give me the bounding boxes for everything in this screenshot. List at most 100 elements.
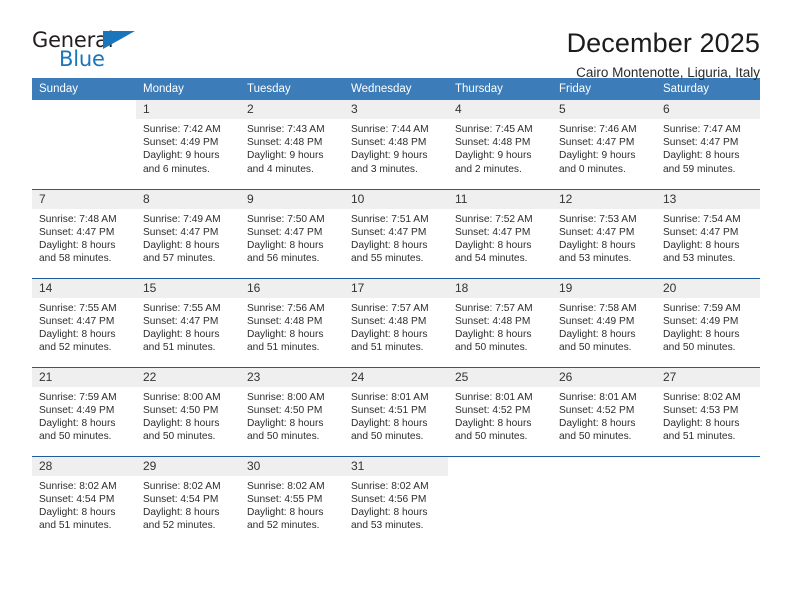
cell-inner: 6 Sunrise: 7:47 AM Sunset: 4:47 PM Daylight…: [656, 100, 760, 189]
daylight-text: and 51 minutes.: [39, 520, 112, 532]
daylight-text: Daylight: 8 hours: [663, 328, 740, 340]
day-number: 9: [240, 189, 344, 209]
calendar-cell-day-29[interactable]: 29 Sunrise: 8:02 AM Sunset: 4:54 PM Dayligh…: [136, 455, 240, 545]
calendar-cell-day-8[interactable]: 8 Sunrise: 7:49 AM Sunset: 4:47 PM Daylight…: [136, 188, 240, 278]
calendar-cell-day-25[interactable]: 25 Sunrise: 8:01 AM Sunset: 4:52 PM Dayligh…: [448, 366, 552, 456]
calendar-cell-empty: [552, 455, 656, 545]
sunrise-text: Sunrise: 8:00 AM: [143, 391, 221, 403]
sunrise-text: Sunrise: 8:02 AM: [351, 480, 429, 492]
calendar-cell-day-16[interactable]: 16 Sunrise: 7:56 AM Sunset: 4:48 PM Dayligh…: [240, 277, 344, 367]
calendar-week-row: 28 Sunrise: 8:02 AM Sunset: 4:54 PM Dayligh…: [32, 455, 760, 545]
calendar-cell-day-31[interactable]: 31 Sunrise: 8:02 AM Sunset: 4:56 PM Dayligh…: [344, 455, 448, 545]
sunset-text: Sunset: 4:48 PM: [455, 137, 531, 149]
calendar-cell-day-28[interactable]: 28 Sunrise: 8:02 AM Sunset: 4:54 PM Dayligh…: [32, 455, 136, 545]
calendar-cell-day-13[interactable]: 13 Sunrise: 7:54 AM Sunset: 4:47 PM Dayligh…: [656, 188, 760, 278]
daylight-text: Daylight: 8 hours: [455, 328, 532, 340]
calendar-cell-day-23[interactable]: 23 Sunrise: 8:00 AM Sunset: 4:50 PM Dayligh…: [240, 366, 344, 456]
calendar-cell-day-1[interactable]: 1 Sunrise: 7:42 AM Sunset: 4:49 PM Daylight…: [136, 100, 240, 189]
sunrise-text: Sunrise: 8:02 AM: [247, 480, 325, 492]
sunset-text: Sunset: 4:47 PM: [663, 137, 739, 149]
sunrise-text: Sunrise: 7:49 AM: [143, 213, 221, 225]
calendar-cell-day-12[interactable]: 12 Sunrise: 7:53 AM Sunset: 4:47 PM Dayligh…: [552, 188, 656, 278]
sunrise-text: Sunrise: 8:02 AM: [39, 480, 117, 492]
daylight-text: Daylight: 8 hours: [39, 239, 116, 251]
sunset-text: Sunset: 4:50 PM: [143, 404, 219, 416]
cell-inner: 23 Sunrise: 8:00 AM Sunset: 4:50 PM Dayligh…: [240, 367, 344, 456]
daylight-text: and 50 minutes.: [559, 342, 632, 354]
calendar-cell-day-9[interactable]: 9 Sunrise: 7:50 AM Sunset: 4:47 PM Daylight…: [240, 188, 344, 278]
calendar-cell-day-20[interactable]: 20 Sunrise: 7:59 AM Sunset: 4:49 PM Dayligh…: [656, 277, 760, 367]
calendar-cell-day-10[interactable]: 10 Sunrise: 7:51 AM Sunset: 4:47 PM Dayligh…: [344, 188, 448, 278]
calendar-cell-day-22[interactable]: 22 Sunrise: 8:00 AM Sunset: 4:50 PM Dayligh…: [136, 366, 240, 456]
calendar-cell-day-30[interactable]: 30 Sunrise: 8:02 AM Sunset: 4:55 PM Dayligh…: [240, 455, 344, 545]
cell-inner: 20 Sunrise: 7:59 AM Sunset: 4:49 PM Dayligh…: [656, 278, 760, 367]
daylight-text: Daylight: 8 hours: [351, 417, 428, 429]
calendar-cell-day-4[interactable]: 4 Sunrise: 7:45 AM Sunset: 4:48 PM Daylight…: [448, 100, 552, 189]
triangle-icon: [103, 31, 135, 49]
calendar-cell-day-27[interactable]: 27 Sunrise: 8:02 AM Sunset: 4:53 PM Dayligh…: [656, 366, 760, 456]
sunset-text: Sunset: 4:49 PM: [143, 137, 219, 149]
calendar-cell-day-17[interactable]: 17 Sunrise: 7:57 AM Sunset: 4:48 PM Dayligh…: [344, 277, 448, 367]
title-block: December 2025 Cairo Montenotte, Liguria,…: [567, 28, 760, 81]
daylight-text: and 50 minutes.: [351, 431, 424, 443]
daylight-text: Daylight: 8 hours: [247, 417, 324, 429]
calendar-cell-day-7[interactable]: 7 Sunrise: 7:48 AM Sunset: 4:47 PM Daylight…: [32, 188, 136, 278]
calendar-cell-day-19[interactable]: 19 Sunrise: 7:58 AM Sunset: 4:49 PM Dayligh…: [552, 277, 656, 367]
cell-inner: 25 Sunrise: 8:01 AM Sunset: 4:52 PM Dayligh…: [448, 367, 552, 456]
sunrise-text: Sunrise: 7:46 AM: [559, 124, 637, 135]
sunset-text: Sunset: 4:53 PM: [663, 404, 739, 416]
cell-inner: 10 Sunrise: 7:51 AM Sunset: 4:47 PM Dayligh…: [344, 189, 448, 278]
daylight-text: Daylight: 8 hours: [351, 506, 428, 518]
cell-inner: [32, 100, 136, 189]
daylight-text: and 53 minutes.: [663, 253, 736, 265]
daylight-text: and 50 minutes.: [559, 431, 632, 443]
daylight-text: Daylight: 8 hours: [39, 417, 116, 429]
sunset-text: Sunset: 4:47 PM: [559, 226, 635, 238]
daylight-text: Daylight: 8 hours: [143, 417, 220, 429]
sun-times: Sunrise: 8:00 AM Sunset: 4:50 PM Daylight:…: [240, 387, 344, 444]
daylight-text: Daylight: 9 hours: [247, 150, 324, 162]
daylight-text: and 58 minutes.: [39, 253, 112, 265]
sunset-text: Sunset: 4:47 PM: [247, 226, 323, 238]
daylight-text: Daylight: 8 hours: [39, 328, 116, 340]
sun-times: Sunrise: 8:02 AM Sunset: 4:53 PM Daylight:…: [656, 387, 760, 444]
cell-inner: 5 Sunrise: 7:46 AM Sunset: 4:47 PM Daylight…: [552, 100, 656, 189]
calendar-cell-day-21[interactable]: 21 Sunrise: 7:59 AM Sunset: 4:49 PM Dayligh…: [32, 366, 136, 456]
calendar-cell-day-24[interactable]: 24 Sunrise: 8:01 AM Sunset: 4:51 PM Dayligh…: [344, 366, 448, 456]
cell-inner: 9 Sunrise: 7:50 AM Sunset: 4:47 PM Daylight…: [240, 189, 344, 278]
sunset-text: Sunset: 4:47 PM: [39, 315, 115, 327]
calendar-cell-day-18[interactable]: 18 Sunrise: 7:57 AM Sunset: 4:48 PM Dayligh…: [448, 277, 552, 367]
day-number: 25: [448, 367, 552, 387]
day-number: 11: [448, 189, 552, 209]
sun-times: Sunrise: 7:58 AM Sunset: 4:49 PM Daylight:…: [552, 298, 656, 355]
sun-times: Sunrise: 7:57 AM Sunset: 4:48 PM Daylight:…: [448, 298, 552, 355]
calendar-cell-day-14[interactable]: 14 Sunrise: 7:55 AM Sunset: 4:47 PM Dayligh…: [32, 277, 136, 367]
daylight-text: Daylight: 8 hours: [143, 239, 220, 251]
sunset-text: Sunset: 4:47 PM: [143, 226, 219, 238]
sunset-text: Sunset: 4:52 PM: [559, 404, 635, 416]
calendar-cell-day-6[interactable]: 6 Sunrise: 7:47 AM Sunset: 4:47 PM Daylight…: [656, 100, 760, 189]
daylight-text: and 3 minutes.: [351, 163, 418, 175]
daylight-text: and 51 minutes.: [351, 342, 424, 354]
general-blue-logo[interactable]: General Blue: [32, 28, 144, 74]
day-number: 15: [136, 278, 240, 298]
day-number: 6: [656, 100, 760, 119]
calendar-cell-day-26[interactable]: 26 Sunrise: 8:01 AM Sunset: 4:52 PM Dayligh…: [552, 366, 656, 456]
calendar-cell-day-2[interactable]: 2 Sunrise: 7:43 AM Sunset: 4:48 PM Daylight…: [240, 100, 344, 189]
calendar-cell-day-3[interactable]: 3 Sunrise: 7:44 AM Sunset: 4:48 PM Daylight…: [344, 100, 448, 189]
calendar-page: General Blue December 2025 Cairo Monteno…: [0, 0, 792, 612]
sunset-text: Sunset: 4:47 PM: [663, 226, 739, 238]
day-number: [32, 100, 136, 119]
calendar-cell-day-5[interactable]: 5 Sunrise: 7:46 AM Sunset: 4:47 PM Daylight…: [552, 100, 656, 189]
daylight-text: Daylight: 8 hours: [455, 239, 532, 251]
day-number: 5: [552, 100, 656, 119]
sun-times: Sunrise: 7:59 AM Sunset: 4:49 PM Daylight:…: [656, 298, 760, 355]
day-number: 13: [656, 189, 760, 209]
calendar-cell-day-11[interactable]: 11 Sunrise: 7:52 AM Sunset: 4:47 PM Dayligh…: [448, 188, 552, 278]
cell-inner: 13 Sunrise: 7:54 AM Sunset: 4:47 PM Dayligh…: [656, 189, 760, 278]
cell-inner: 22 Sunrise: 8:00 AM Sunset: 4:50 PM Dayligh…: [136, 367, 240, 456]
calendar-cell-day-15[interactable]: 15 Sunrise: 7:55 AM Sunset: 4:47 PM Dayligh…: [136, 277, 240, 367]
page-subtitle: Cairo Montenotte, Liguria, Italy: [576, 65, 760, 81]
day-number: 2: [240, 100, 344, 119]
sunrise-text: Sunrise: 7:56 AM: [247, 302, 325, 314]
